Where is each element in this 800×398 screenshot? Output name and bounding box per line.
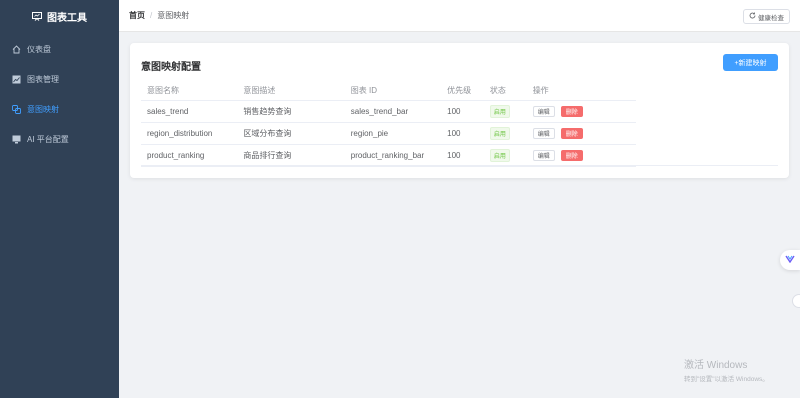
- mapping-table: 意图名称 意图描述 图表 ID 优先级 状态 操作 sales_trend 销售…: [141, 81, 778, 167]
- assistant-icon: [785, 255, 795, 265]
- breadcrumb-home[interactable]: 首页: [129, 10, 145, 21]
- breadcrumb-separator: /: [150, 11, 153, 20]
- chart-id: product_ranking_bar: [350, 151, 425, 160]
- actions-cell: 编辑 删除: [527, 150, 636, 161]
- priority: 100: [447, 129, 461, 138]
- intent-name: sales_trend: [147, 107, 189, 116]
- status-badge: 启用: [489, 105, 510, 118]
- page-title: 意图映射配置: [141, 62, 201, 73]
- table-row: region_distribution 区域分布查询 region_pie 10…: [141, 123, 636, 145]
- status-badge: 启用: [489, 149, 510, 162]
- actions-cell: 编辑 删除: [527, 128, 636, 139]
- delete-button[interactable]: 删除: [560, 128, 583, 139]
- health-check-button[interactable]: 健康检查: [743, 9, 790, 24]
- edit-button[interactable]: 编辑: [532, 128, 555, 139]
- breadcrumb: 首页 / 意图映射: [129, 10, 189, 21]
- intent-description: 销售趋势查询: [243, 107, 292, 116]
- column-header: 意图描述: [243, 86, 276, 95]
- sidebar-item-label: 仪表盘: [27, 44, 51, 54]
- chart-icon: [12, 75, 21, 84]
- chart-id: region_pie: [350, 129, 389, 138]
- sidebar-item-intent-mapping[interactable]: 意图映射: [0, 94, 119, 124]
- status-cell: 启用: [484, 127, 527, 140]
- status-cell: 启用: [484, 149, 527, 162]
- status-cell: 启用: [484, 105, 527, 118]
- windows-activation-watermark: 激活 Windows 转到"设置"以激活 Windows。: [684, 356, 769, 383]
- priority: 100: [447, 107, 461, 116]
- refresh-icon: [749, 12, 756, 21]
- intent-name: region_distribution: [147, 129, 213, 138]
- chart-id: sales_trend_bar: [350, 107, 409, 116]
- sidebar-item-label: 意图映射: [27, 104, 59, 114]
- table-header: 意图名称 意图描述 图表 ID 优先级 状态 操作: [141, 81, 636, 101]
- chart-logo-icon: [32, 11, 42, 21]
- watermark-subtitle: 转到"设置"以激活 Windows。: [684, 376, 769, 383]
- sidebar-item-charts[interactable]: 图表管理: [0, 64, 119, 94]
- sidebar-item-ai-platform[interactable]: AI 平台配置: [0, 124, 119, 154]
- sidebar-menu: 仪表盘 图表管理 意图映射 AI 平台配置: [0, 34, 119, 154]
- home-icon: [12, 44, 21, 54]
- edit-button[interactable]: 编辑: [532, 150, 555, 161]
- table-row: sales_trend 销售趋势查询 sales_trend_bar 100 启…: [141, 101, 636, 123]
- watermark-title: 激活 Windows: [684, 360, 748, 371]
- floating-assistant-button[interactable]: [780, 250, 800, 270]
- brand-title: 图表工具: [47, 12, 87, 24]
- health-check-label: 健康检查: [758, 14, 784, 22]
- delete-button[interactable]: 删除: [560, 106, 583, 117]
- sidebar-item-label: 图表管理: [27, 74, 59, 84]
- delete-button[interactable]: 删除: [560, 150, 583, 161]
- column-header: 操作: [532, 86, 549, 95]
- monitor-icon: [12, 135, 21, 144]
- column-header: 优先级: [447, 86, 472, 95]
- edit-button[interactable]: 编辑: [532, 106, 555, 117]
- intent-description: 区域分布查询: [243, 129, 292, 138]
- new-mapping-button[interactable]: +新建映射: [723, 54, 778, 71]
- sidebar-item-dashboard[interactable]: 仪表盘: [0, 34, 119, 64]
- status-badge: 启用: [489, 127, 510, 140]
- sidebar: 图表工具 仪表盘 图表管理 意图映射 AI 平台配置: [0, 0, 119, 398]
- table-bottom-divider: [141, 165, 778, 166]
- column-header: 意图名称: [147, 86, 179, 95]
- intent-description: 商品排行查询: [243, 151, 292, 160]
- brand: 图表工具: [0, 0, 119, 32]
- top-bar: 首页 / 意图映射 健康检查: [119, 0, 800, 32]
- link-icon: [12, 104, 21, 114]
- floating-edge-button[interactable]: [792, 294, 800, 308]
- table-row: product_ranking 商品排行查询 product_ranking_b…: [141, 145, 636, 167]
- intent-name: product_ranking: [147, 151, 205, 160]
- intent-mapping-card: 意图映射配置 +新建映射 意图名称 意图描述 图表 ID 优先级 状态 操作 s…: [130, 43, 789, 178]
- column-header: 状态: [489, 86, 506, 95]
- sidebar-item-label: AI 平台配置: [27, 134, 69, 144]
- column-header: 图表 ID: [350, 86, 377, 95]
- priority: 100: [447, 151, 461, 160]
- actions-cell: 编辑 删除: [527, 106, 636, 117]
- breadcrumb-current: 意图映射: [157, 11, 190, 20]
